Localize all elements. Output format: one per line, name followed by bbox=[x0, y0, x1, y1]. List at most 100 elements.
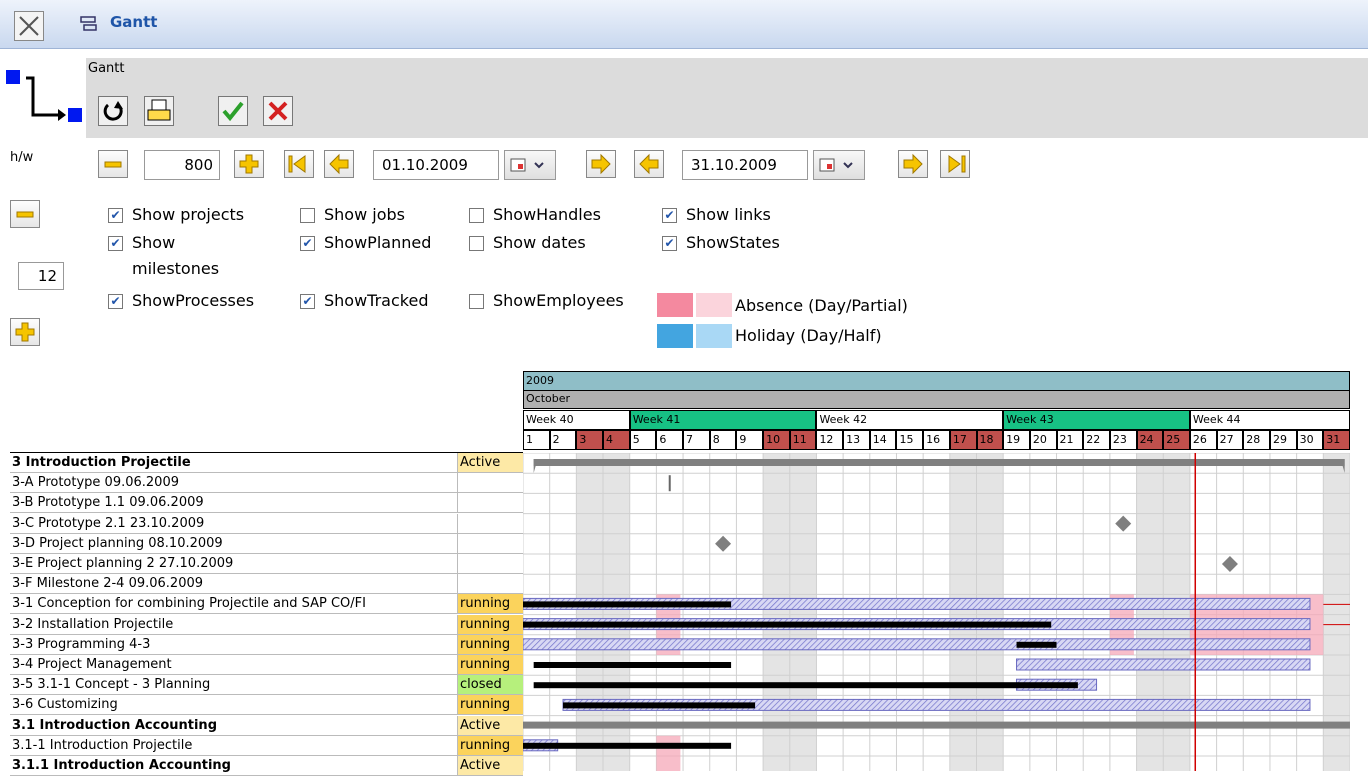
holiday-half-swatch bbox=[696, 324, 732, 348]
width-decrease-button[interactable] bbox=[98, 150, 128, 178]
prev-end-button[interactable] bbox=[634, 150, 664, 178]
height-decrease-button[interactable] bbox=[10, 200, 40, 228]
task-row-status: Active bbox=[457, 756, 523, 776]
milestone-diamond bbox=[1115, 515, 1132, 532]
day-header-cell: 20 bbox=[1029, 430, 1057, 450]
gantt-chart-svg bbox=[523, 453, 1350, 771]
task-row-name[interactable]: 3-A Prototype 09.06.2009 bbox=[10, 473, 457, 494]
day-header-cell: 23 bbox=[1109, 430, 1137, 450]
show-processes-checkbox[interactable]: ✔ bbox=[108, 294, 123, 309]
show-planned-checkbox[interactable]: ✔ bbox=[300, 236, 315, 251]
task-row-name[interactable]: 3-4 Project Management bbox=[10, 655, 457, 675]
task-row-status: running bbox=[457, 614, 523, 635]
last-button[interactable] bbox=[940, 150, 970, 178]
task-row-status: Active bbox=[457, 453, 523, 473]
show-dates-checkbox[interactable] bbox=[469, 236, 484, 251]
accept-button[interactable] bbox=[218, 96, 248, 126]
show-handles-label: ShowHandles bbox=[493, 205, 601, 224]
holiday-day-swatch bbox=[657, 324, 693, 348]
show-links-label: Show links bbox=[686, 205, 771, 224]
prev-start-button[interactable] bbox=[324, 150, 354, 178]
task-row-name[interactable]: 3 Introduction Projectile bbox=[10, 453, 457, 473]
planned-bar bbox=[1016, 658, 1311, 671]
print-button[interactable] bbox=[144, 96, 174, 126]
day-header-cell: 29 bbox=[1269, 430, 1297, 450]
minus-icon bbox=[16, 211, 34, 218]
checkmark-icon bbox=[222, 101, 244, 122]
task-row-status: running bbox=[457, 594, 523, 615]
day-header-cell: 2 bbox=[549, 430, 577, 450]
absence-block bbox=[656, 735, 681, 771]
end-date-input[interactable]: 31.10.2009 bbox=[682, 150, 808, 180]
width-input[interactable]: 800 bbox=[144, 150, 220, 180]
arrow-left-icon bbox=[329, 153, 349, 175]
show-tracked-checkbox[interactable]: ✔ bbox=[300, 294, 315, 309]
width-increase-button[interactable] bbox=[234, 150, 264, 178]
day-header-cell: 15 bbox=[896, 430, 924, 450]
show-employees-checkbox[interactable] bbox=[469, 294, 484, 309]
task-row-name[interactable]: 3.1.1 Introduction Accounting bbox=[10, 756, 457, 776]
week-header-cell: Week 40 bbox=[523, 410, 630, 430]
task-row-name[interactable]: 3-3 Programming 4-3 bbox=[10, 635, 457, 655]
next-end-button[interactable] bbox=[898, 150, 928, 178]
refresh-button[interactable] bbox=[98, 96, 128, 126]
day-header-cell: 7 bbox=[683, 430, 710, 450]
day-header-cell: 30 bbox=[1296, 430, 1324, 450]
show-jobs-label: Show jobs bbox=[324, 205, 405, 224]
task-row-status: running bbox=[457, 655, 523, 675]
task-row-name[interactable]: 3.1 Introduction Accounting bbox=[10, 716, 457, 736]
day-header-cell: 22 bbox=[1083, 430, 1110, 450]
task-row-name[interactable]: 3.1-1 Introduction Projectile bbox=[10, 736, 457, 756]
day-header-cell: 4 bbox=[603, 430, 630, 450]
show-states-checkbox[interactable]: ✔ bbox=[662, 236, 677, 251]
show-jobs-checkbox[interactable] bbox=[300, 208, 315, 223]
task-row-name[interactable]: 3-D Project planning 08.10.2009 bbox=[10, 534, 457, 554]
height-increase-button[interactable] bbox=[10, 318, 40, 346]
first-button[interactable] bbox=[284, 150, 314, 178]
close-icon[interactable] bbox=[14, 11, 44, 41]
print-icon bbox=[147, 99, 171, 121]
start-calendar-button[interactable] bbox=[504, 150, 556, 180]
milestone-diamond bbox=[1221, 556, 1238, 572]
task-row-name[interactable]: 3-E Project planning 2 27.10.2009 bbox=[10, 554, 457, 574]
task-row-status bbox=[457, 554, 523, 574]
show-projects-checkbox[interactable]: ✔ bbox=[108, 208, 123, 223]
tracked-bar bbox=[563, 702, 756, 709]
day-header-cell: 1 bbox=[523, 430, 550, 450]
show-milestones-checkbox[interactable]: ✔ bbox=[108, 236, 123, 251]
task-row-status: running bbox=[457, 695, 523, 716]
absence-partial-swatch bbox=[696, 293, 732, 317]
task-row-name[interactable]: 3-F Milestone 2-4 09.06.2009 bbox=[10, 574, 457, 595]
show-milestones-label-2: milestones bbox=[132, 259, 220, 278]
holiday-legend-label: Holiday (Day/Half) bbox=[735, 326, 882, 345]
month-header: October bbox=[523, 391, 1350, 409]
milestone-diamond bbox=[715, 535, 732, 552]
task-row-name[interactable]: 3-1 Conception for combining Projectile … bbox=[10, 594, 457, 615]
day-header-cell: 28 bbox=[1243, 430, 1270, 450]
task-row-name[interactable]: 3-B Prototype 1.1 09.06.2009 bbox=[10, 493, 457, 514]
day-header-cell: 11 bbox=[789, 430, 817, 450]
day-header-cell: 14 bbox=[869, 430, 897, 450]
skip-last-icon bbox=[948, 155, 966, 173]
show-states-label: ShowStates bbox=[686, 233, 780, 252]
arrow-right-icon bbox=[591, 153, 611, 175]
task-row-name[interactable]: 3-C Prototype 2.1 23.10.2009 bbox=[10, 514, 457, 534]
start-date-input[interactable]: 01.10.2009 bbox=[373, 150, 499, 180]
cancel-button[interactable] bbox=[263, 96, 293, 126]
task-row-name[interactable]: 3-5 3.1-1 Concept - 3 Planning bbox=[10, 675, 457, 696]
show-processes-label: ShowProcesses bbox=[132, 291, 255, 310]
show-projects-label: Show projects bbox=[132, 205, 245, 224]
day-header-cell: 3 bbox=[576, 430, 604, 450]
show-handles-checkbox[interactable] bbox=[469, 208, 484, 223]
task-row-name[interactable]: 3-2 Installation Projectile bbox=[10, 615, 457, 635]
height-input[interactable]: 12 bbox=[18, 262, 64, 290]
week-header-cell: Week 41 bbox=[629, 410, 817, 430]
flow-logo-icon bbox=[6, 70, 82, 122]
end-calendar-button[interactable] bbox=[813, 150, 865, 180]
day-header-cell: 24 bbox=[1136, 430, 1164, 450]
task-row-status: running bbox=[457, 735, 523, 756]
show-links-checkbox[interactable]: ✔ bbox=[662, 208, 677, 223]
next-start-button[interactable] bbox=[586, 150, 616, 178]
task-row-name[interactable]: 3-6 Customizing bbox=[10, 695, 457, 716]
summary-bar bbox=[533, 459, 1345, 466]
